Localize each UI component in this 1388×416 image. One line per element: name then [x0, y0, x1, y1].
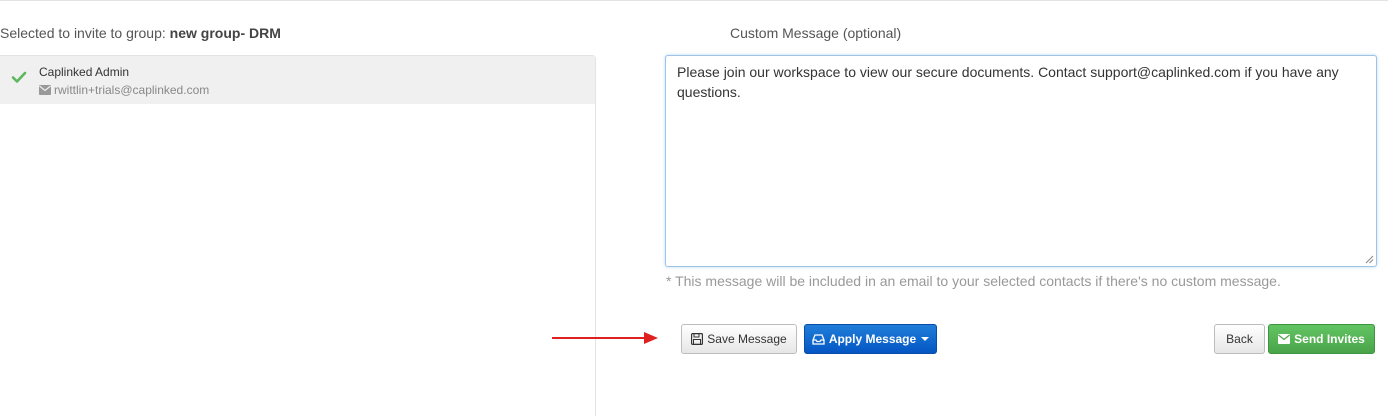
selected-contacts-list: Caplinked Admin rwittlin+trials@caplinke…	[0, 55, 596, 416]
save-message-button[interactable]: Save Message	[681, 324, 797, 354]
contact-email-line: rwittlin+trials@caplinked.com	[39, 83, 209, 97]
apply-message-button[interactable]: Apply Message	[804, 324, 937, 354]
custom-message-note: * This message will be included in an em…	[666, 273, 1281, 289]
back-button[interactable]: Back	[1214, 324, 1265, 354]
contact-name: Caplinked Admin	[39, 65, 130, 79]
custom-message-label: Custom Message (optional)	[730, 25, 902, 41]
floppy-disk-icon	[691, 333, 704, 345]
group-name: new group- DRM	[169, 25, 281, 41]
envelope-icon	[39, 85, 51, 95]
top-divider	[0, 0, 1388, 1]
contact-email: rwittlin+trials@caplinked.com	[54, 83, 210, 97]
invite-heading-prefix: Selected to invite to group:	[0, 25, 170, 41]
contact-row[interactable]: Caplinked Admin rwittlin+trials@caplinke…	[0, 56, 595, 104]
red-arrow-right-icon	[552, 332, 658, 344]
check-icon	[11, 71, 27, 83]
custom-message-textarea[interactable]: Please join our workspace to view our se…	[665, 55, 1377, 267]
invite-heading: Selected to invite to group: new group- …	[0, 25, 281, 41]
send-invites-button[interactable]: Send Invites	[1268, 324, 1375, 354]
caret-down-icon	[921, 337, 930, 341]
envelope-icon	[1278, 334, 1291, 344]
resize-grip-icon[interactable]	[1364, 254, 1374, 264]
back-label: Back	[1226, 332, 1253, 346]
save-message-label: Save Message	[707, 332, 787, 346]
inbox-icon	[812, 333, 825, 345]
apply-message-label: Apply Message	[828, 332, 917, 346]
send-invites-label: Send Invites	[1294, 332, 1365, 346]
